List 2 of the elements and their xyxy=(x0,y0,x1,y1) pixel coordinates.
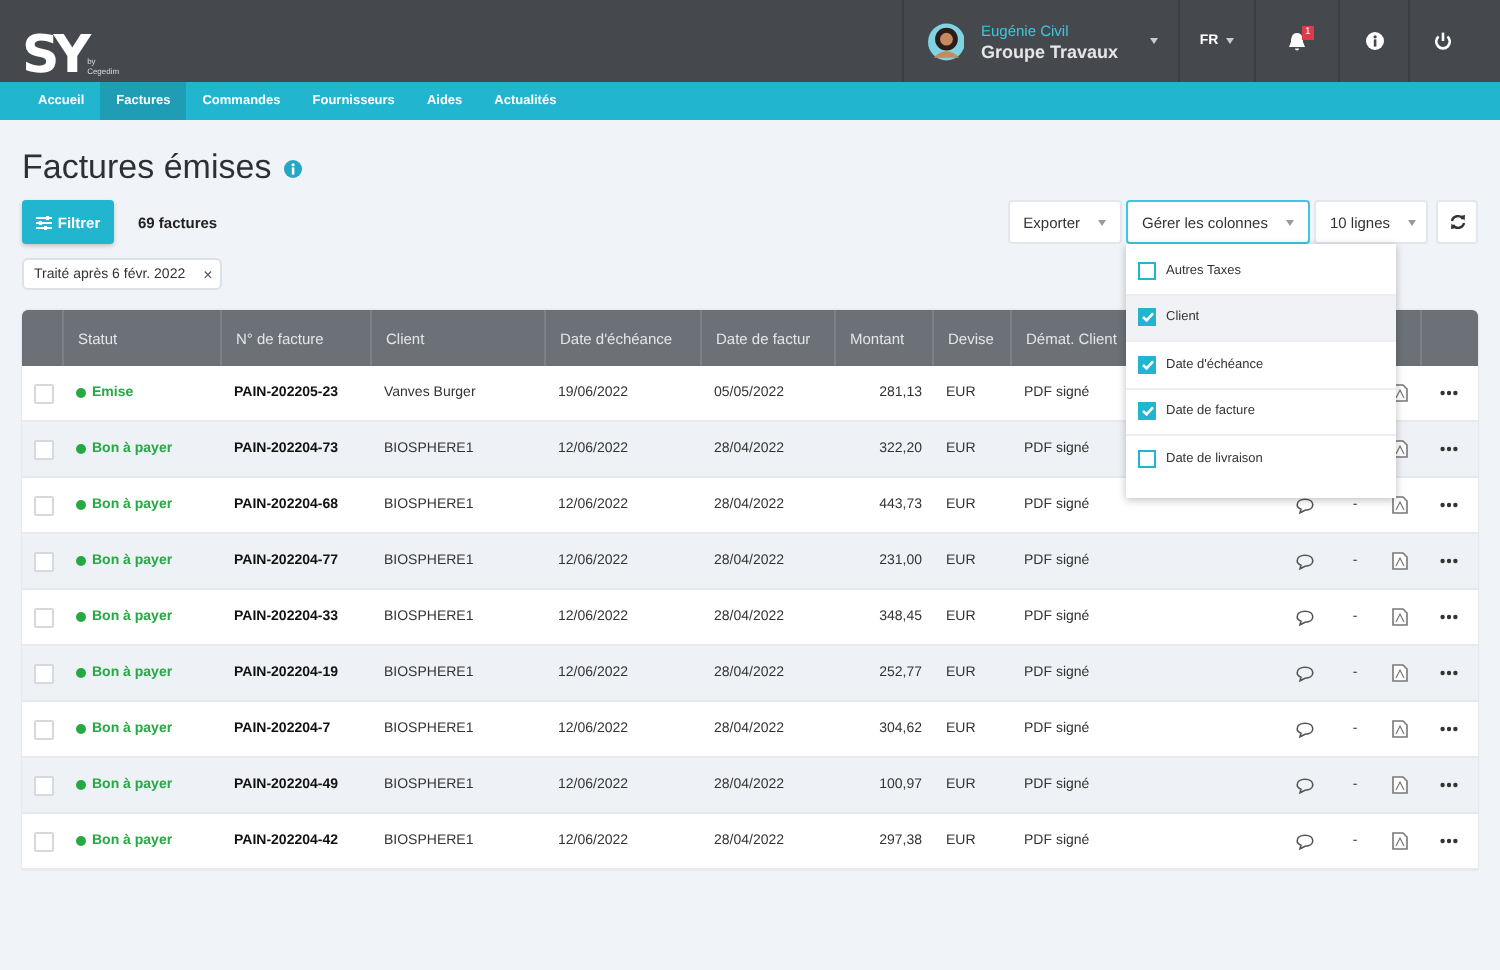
company-name: Groupe Travaux xyxy=(980,41,1118,61)
page-title: Factures émises xyxy=(22,148,272,188)
